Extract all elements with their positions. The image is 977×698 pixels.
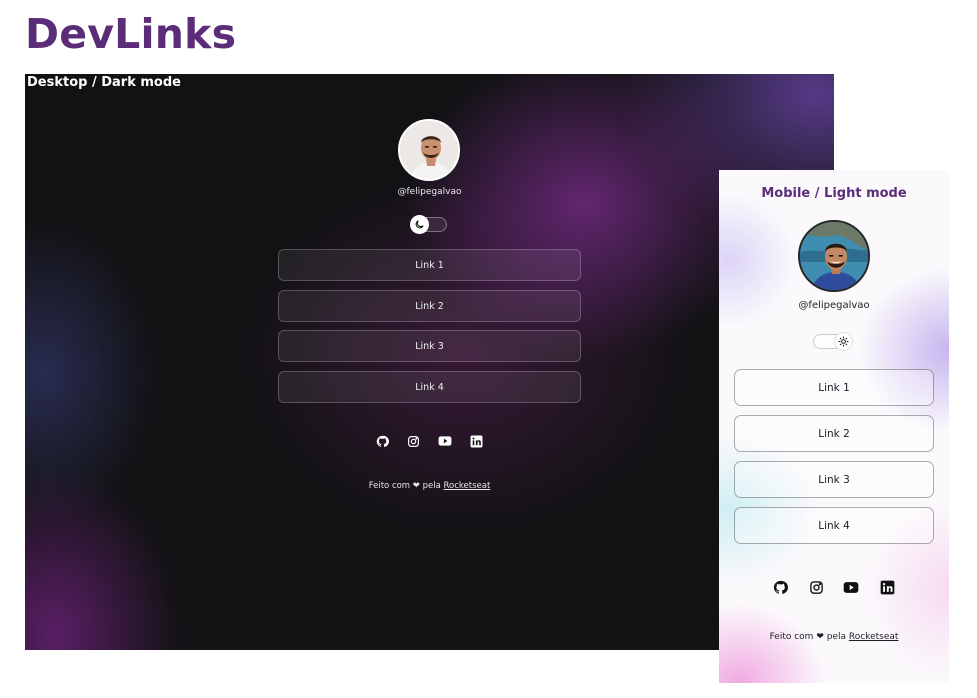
link-button-2[interactable]: Link 2: [278, 290, 581, 322]
link-button-4[interactable]: Link 4: [734, 507, 934, 544]
rocketseat-link[interactable]: Rocketseat: [444, 481, 491, 491]
footer-prefix: Feito com: [368, 481, 411, 491]
footer: Feito com ❤ pela Rocketseat: [719, 632, 949, 642]
github-icon[interactable]: [374, 433, 390, 449]
desktop-variant-label: Desktop / Dark mode: [27, 75, 181, 90]
moon-icon: [410, 215, 429, 234]
footer-middle: pela: [826, 632, 846, 642]
mobile-variant-label: Mobile / Light mode: [761, 186, 907, 201]
link-button-1[interactable]: Link 1: [278, 249, 581, 281]
link-button-3[interactable]: Link 3: [734, 461, 934, 498]
instagram-icon[interactable]: [808, 579, 824, 595]
sun-icon: [834, 332, 853, 351]
heart-icon: ❤: [816, 632, 824, 642]
rocketseat-link[interactable]: Rocketseat: [849, 632, 899, 642]
desktop-dark-preview: Desktop / Dark mode @felipegalvao Link 1: [25, 74, 834, 650]
youtube-icon[interactable]: [843, 579, 859, 595]
profile-handle: @felipegalvao: [397, 187, 462, 197]
footer-middle: pela: [422, 481, 441, 491]
linkedin-icon[interactable]: [468, 433, 484, 449]
profile-handle: @felipegalvao: [798, 300, 870, 311]
heart-icon: ❤: [412, 481, 420, 491]
link-button-1[interactable]: Link 1: [734, 369, 934, 406]
theme-toggle-switch[interactable]: [813, 332, 853, 351]
page-title: DevLinks: [25, 10, 237, 58]
instagram-icon[interactable]: [405, 433, 421, 449]
link-button-4[interactable]: Link 4: [278, 371, 581, 403]
profile-avatar: [398, 119, 460, 181]
mobile-light-preview: Mobile / Light mode @felipegalvao Link 1…: [719, 170, 949, 683]
github-icon[interactable]: [772, 579, 788, 595]
theme-toggle-switch[interactable]: [410, 215, 447, 234]
page: DevLinks Desktop / Dark mode @felipegalv…: [0, 0, 977, 698]
footer-prefix: Feito com: [769, 632, 814, 642]
link-button-3[interactable]: Link 3: [278, 330, 581, 362]
profile-avatar: [798, 220, 870, 292]
linkedin-icon[interactable]: [879, 579, 895, 595]
link-button-2[interactable]: Link 2: [734, 415, 934, 452]
footer: Feito com ❤ pela Rocketseat: [25, 481, 834, 491]
youtube-icon[interactable]: [437, 433, 453, 449]
